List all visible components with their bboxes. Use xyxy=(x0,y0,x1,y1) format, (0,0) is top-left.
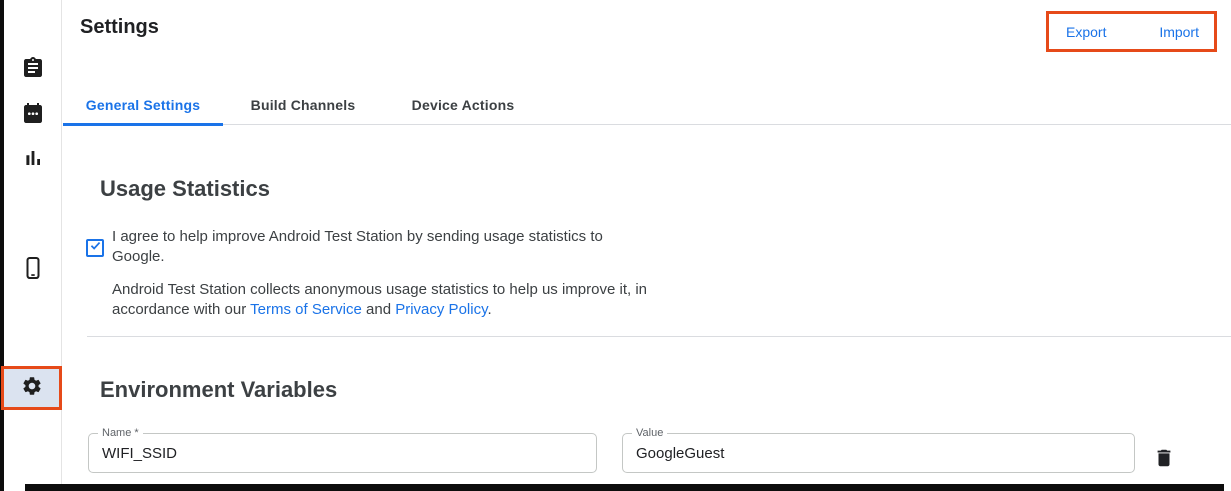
sidebar xyxy=(4,0,62,484)
usage-info-line1: Android Test Station collects anonymous … xyxy=(112,280,647,300)
usage-info-line2-suffix: . xyxy=(487,301,491,318)
env-var-value-label: Value xyxy=(632,427,667,439)
page-title: Settings xyxy=(80,16,159,39)
env-var-name-label: Name * xyxy=(98,427,143,439)
usage-agree-line1: I agree to help improve Android Test Sta… xyxy=(112,227,603,247)
settings-gear-icon xyxy=(21,375,43,402)
smartphone-icon xyxy=(21,256,45,285)
export-import-annotation-box: Export Import xyxy=(1046,11,1217,52)
bar-chart-icon xyxy=(21,146,45,175)
privacy-policy-link[interactable]: Privacy Policy xyxy=(395,301,487,318)
sidebar-item-test-results[interactable] xyxy=(4,138,62,182)
environment-variables-heading: Environment Variables xyxy=(100,377,337,403)
terms-of-service-link[interactable]: Terms of Service xyxy=(250,301,362,318)
usage-agree-label: I agree to help improve Android Test Sta… xyxy=(112,227,603,267)
sidebar-item-devices[interactable] xyxy=(4,248,62,292)
tab-device-actions[interactable]: Device Actions xyxy=(383,85,543,125)
env-var-name-input[interactable] xyxy=(89,434,596,472)
section-divider xyxy=(87,336,1231,337)
checkmark-icon xyxy=(89,239,102,257)
main-content: Settings Export Import General Settings … xyxy=(63,0,1231,484)
settings-page: Settings Export Import General Settings … xyxy=(0,0,1231,491)
assignment-icon xyxy=(21,56,45,85)
sidebar-item-test-suites[interactable] xyxy=(4,48,62,92)
env-var-value-field: Value xyxy=(622,433,1135,473)
sidebar-item-settings[interactable] xyxy=(1,366,62,410)
calendar-icon xyxy=(21,101,45,130)
usage-agree-line2: Google. xyxy=(112,247,603,267)
tab-build-channels[interactable]: Build Channels xyxy=(223,85,383,125)
usage-info-line2-prefix: accordance with our xyxy=(112,301,250,318)
settings-tab-bar: General Settings Build Channels Device A… xyxy=(63,85,1231,125)
env-var-name-field: Name * xyxy=(88,433,597,473)
usage-info-line2: accordance with our Terms of Service and… xyxy=(112,300,647,320)
env-var-value-input[interactable] xyxy=(623,434,1134,472)
usage-statistics-heading: Usage Statistics xyxy=(100,176,270,202)
delete-env-var-button[interactable] xyxy=(1152,447,1176,471)
import-button[interactable]: Import xyxy=(1159,24,1199,40)
usage-info-line2-mid: and xyxy=(362,301,395,318)
usage-info-text: Android Test Station collects anonymous … xyxy=(112,280,647,320)
tab-general-settings[interactable]: General Settings xyxy=(63,85,223,125)
trash-icon xyxy=(1153,447,1175,472)
screenshot-bottom-edge xyxy=(25,484,1224,491)
sidebar-item-test-plans[interactable] xyxy=(4,93,62,137)
export-button[interactable]: Export xyxy=(1066,24,1106,40)
usage-statistics-checkbox[interactable] xyxy=(86,239,104,257)
